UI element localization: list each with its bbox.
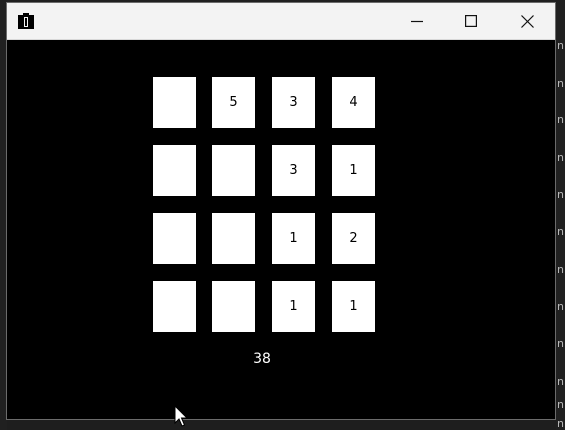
board-tile[interactable]: 1 — [272, 281, 315, 332]
board-tile[interactable] — [212, 213, 255, 264]
background-glyph: n — [557, 225, 564, 238]
close-icon — [520, 14, 534, 28]
board-tile[interactable]: 1 — [332, 145, 375, 196]
desktop-background-right: n n n n n n n n n n n n — [556, 0, 565, 430]
background-glyph: n — [557, 375, 564, 388]
background-glyph: n — [557, 398, 564, 411]
close-button[interactable] — [504, 3, 550, 39]
board-tile[interactable]: 1 — [332, 281, 375, 332]
minimize-button[interactable] — [394, 3, 440, 39]
board-tile[interactable]: 2 — [332, 213, 375, 264]
board-tile[interactable]: 5 — [212, 77, 255, 128]
background-glyph: n — [557, 113, 564, 126]
board-tile[interactable]: 4 — [332, 77, 375, 128]
minimize-icon — [411, 20, 423, 23]
mouse-cursor-icon — [174, 405, 189, 427]
window-titlebar[interactable] — [7, 3, 555, 40]
maximize-button[interactable] — [448, 3, 494, 39]
game-area: 5 3 4 3 1 1 2 1 1 38 — [7, 40, 555, 419]
background-glyph: n — [557, 417, 564, 430]
board-tile[interactable] — [153, 281, 196, 332]
board-tile[interactable]: 3 — [272, 145, 315, 196]
board-tile[interactable]: 3 — [272, 77, 315, 128]
background-glyph: n — [557, 77, 564, 90]
maximize-icon — [465, 15, 477, 27]
score-label: 38 — [253, 351, 271, 367]
background-glyph: n — [557, 188, 564, 201]
board-tile[interactable] — [212, 145, 255, 196]
background-glyph: n — [557, 263, 564, 276]
board-tile[interactable] — [153, 77, 196, 128]
board-tile[interactable] — [153, 145, 196, 196]
board-tile[interactable] — [212, 281, 255, 332]
game-window: 5 3 4 3 1 1 2 1 1 38 — [6, 2, 556, 420]
board-tile[interactable]: 1 — [272, 213, 315, 264]
board-tile[interactable] — [153, 213, 196, 264]
background-glyph: n — [557, 39, 564, 52]
app-icon[interactable] — [17, 12, 35, 30]
background-glyph: n — [557, 300, 564, 313]
background-glyph: n — [557, 151, 564, 164]
background-glyph: n — [557, 337, 564, 350]
